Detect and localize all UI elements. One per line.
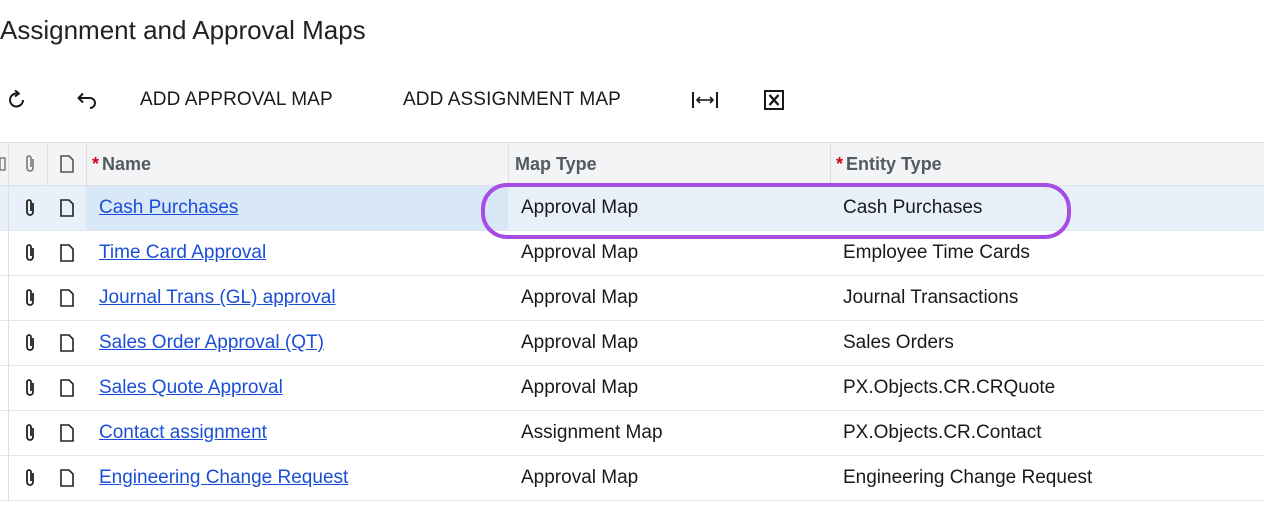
notes-icon[interactable]: [47, 276, 86, 320]
attachment-icon[interactable]: [13, 456, 47, 500]
entity-type-cell: Journal Transactions: [843, 287, 1019, 308]
name-cell[interactable]: Contact assignment: [99, 411, 267, 455]
name-header-label: Name: [102, 153, 152, 174]
entity-type-cell: Cash Purchases: [843, 197, 983, 218]
map-type-cell: Approval Map: [521, 242, 639, 263]
name-link[interactable]: Sales Order Approval (QT): [99, 332, 324, 354]
map-type-cell: Approval Map: [521, 287, 639, 308]
table-row[interactable]: Sales Quote Approval Approval Map PX.Obj…: [0, 366, 1264, 411]
notes-icon[interactable]: [47, 456, 86, 500]
name-link[interactable]: Time Card Approval: [99, 242, 266, 264]
add-assignment-map-button[interactable]: ADD ASSIGNMENT MAP: [403, 82, 621, 118]
notes-icon[interactable]: [47, 366, 86, 410]
name-cell[interactable]: Sales Quote Approval: [99, 366, 283, 410]
name-link[interactable]: Journal Trans (GL) approval: [99, 287, 336, 309]
undo-icon[interactable]: [74, 82, 98, 118]
map-type-cell: Approval Map: [521, 332, 639, 353]
attachment-icon[interactable]: [13, 411, 47, 455]
name-link[interactable]: Sales Quote Approval: [99, 377, 283, 399]
name-cell[interactable]: Cash Purchases: [99, 186, 238, 230]
name-link[interactable]: Cash Purchases: [99, 197, 238, 219]
table-row[interactable]: Contact assignment Assignment Map PX.Obj…: [0, 411, 1264, 456]
entity-type-header-label: Entity Type: [846, 153, 942, 174]
entity-type-cell: Employee Time Cards: [843, 242, 1030, 263]
table-row[interactable]: Sales Order Approval (QT) Approval Map S…: [0, 321, 1264, 366]
map-type-cell: Assignment Map: [521, 422, 663, 443]
entity-type-cell: PX.Objects.CR.Contact: [843, 422, 1042, 443]
required-mark: *: [92, 153, 100, 174]
name-link[interactable]: Engineering Change Request: [99, 467, 348, 489]
attachment-icon[interactable]: [13, 276, 47, 320]
attachment-header-icon: [13, 143, 47, 185]
attachment-icon[interactable]: [13, 366, 47, 410]
map-type-cell: Approval Map: [521, 197, 639, 218]
page-title: Assignment and Approval Maps: [0, 15, 366, 45]
notes-icon[interactable]: [47, 321, 86, 365]
toolbar: ADD APPROVAL MAP ADD ASSIGNMENT MAP: [0, 82, 1264, 118]
approval-maps-grid: * Name Map Type * Entity Type Cash Purch…: [0, 142, 1264, 501]
row-selector-header: [0, 143, 8, 185]
map-type-cell: Approval Map: [521, 467, 639, 488]
add-approval-map-label: ADD APPROVAL MAP: [140, 89, 333, 110]
name-cell[interactable]: Journal Trans (GL) approval: [99, 276, 336, 320]
name-column-header[interactable]: * Name: [92, 143, 151, 185]
entity-type-cell: PX.Objects.CR.CRQuote: [843, 377, 1056, 398]
table-row[interactable]: Journal Trans (GL) approval Approval Map…: [0, 276, 1264, 321]
attachment-icon[interactable]: [13, 321, 47, 365]
map-type-header-label: Map Type: [515, 153, 597, 174]
name-cell[interactable]: Engineering Change Request: [99, 456, 348, 500]
notes-icon[interactable]: [47, 231, 86, 275]
grid-header-row: * Name Map Type * Entity Type: [0, 142, 1264, 186]
excel-export-icon[interactable]: [763, 82, 785, 118]
add-assignment-map-label: ADD ASSIGNMENT MAP: [403, 89, 621, 110]
attachment-icon[interactable]: [13, 231, 47, 275]
add-approval-map-button[interactable]: ADD APPROVAL MAP: [140, 82, 333, 118]
fit-columns-icon[interactable]: [691, 82, 719, 118]
table-row[interactable]: Time Card Approval Approval Map Employee…: [0, 231, 1264, 276]
name-cell[interactable]: Sales Order Approval (QT): [99, 321, 324, 365]
map-type-cell: Approval Map: [521, 377, 639, 398]
attachment-icon[interactable]: [13, 186, 47, 230]
table-row[interactable]: Cash Purchases Approval Map Cash Purchas…: [0, 186, 1264, 231]
notes-icon[interactable]: [47, 186, 86, 230]
entity-type-cell: Sales Orders: [843, 332, 954, 353]
entity-type-column-header[interactable]: * Entity Type: [836, 143, 942, 185]
notes-icon[interactable]: [47, 411, 86, 455]
name-link[interactable]: Contact assignment: [99, 422, 267, 444]
refresh-icon[interactable]: [6, 82, 28, 118]
map-type-column-header[interactable]: Map Type: [515, 143, 597, 185]
table-row[interactable]: Engineering Change Request Approval Map …: [0, 456, 1264, 501]
notes-header-icon: [47, 143, 86, 185]
name-cell[interactable]: Time Card Approval: [99, 231, 266, 275]
required-mark: *: [836, 153, 844, 174]
entity-type-cell: Engineering Change Request: [843, 467, 1093, 488]
